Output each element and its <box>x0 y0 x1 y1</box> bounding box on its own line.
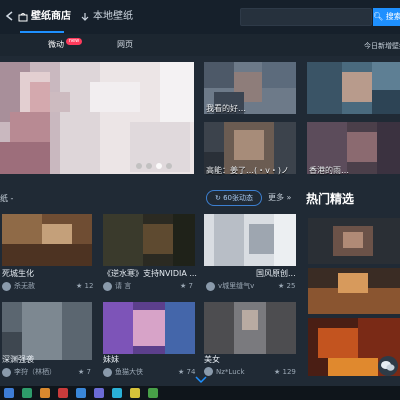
like-count-value: 7 <box>86 368 91 376</box>
author-name: 李狩（林栖） <box>14 368 56 376</box>
tab-local-wallpaper-label: 本地壁纸 <box>93 11 133 22</box>
taskbar <box>0 386 400 400</box>
hot-pick-item[interactable] <box>308 218 400 264</box>
banner-dot[interactable] <box>166 163 172 169</box>
dynamic-wallpapers-label: 60张动态 <box>223 194 254 202</box>
tile-caption: 高能：姜了…(・v・)ノ <box>206 166 289 175</box>
folder-icon[interactable] <box>40 388 50 398</box>
card-author: v城里缝气v <box>206 281 254 291</box>
wallpaper-card-image[interactable] <box>2 302 92 360</box>
subtab-micro-motion[interactable]: 微动 <box>48 39 64 50</box>
banner-image <box>0 62 194 174</box>
banner-dot[interactable] <box>136 163 142 169</box>
app-icon[interactable] <box>130 388 140 398</box>
card-title[interactable]: 死城生化 <box>2 268 92 279</box>
banner-dot[interactable] <box>146 163 152 169</box>
like-count: ★ 129 <box>274 368 296 376</box>
chevron-down-icon[interactable] <box>195 376 207 384</box>
featured-banner[interactable] <box>0 62 194 174</box>
like-count-value: 74 <box>186 368 196 376</box>
card-author: 李狩（林栖） <box>2 367 56 377</box>
card-author: 请 言 <box>103 281 131 291</box>
wallpaper-card-image[interactable] <box>103 214 195 266</box>
avatar <box>103 367 112 377</box>
card-title[interactable]: 深渊强袭 <box>2 354 92 365</box>
search-input[interactable] <box>240 8 372 26</box>
avatar <box>2 281 11 291</box>
like-count: ★ 7 <box>78 368 91 376</box>
card-title[interactable]: 美女 <box>204 354 296 365</box>
app-icon[interactable] <box>112 388 122 398</box>
author-name: Nz*Luck <box>216 367 245 376</box>
like-count-value: 7 <box>188 282 193 290</box>
like-count-value: 129 <box>282 368 296 376</box>
app-icon[interactable] <box>58 388 68 398</box>
tile-wallpaper[interactable] <box>307 62 400 114</box>
card-title[interactable]: 国风原创... <box>256 268 300 279</box>
tab-wallpaper-store-label: 壁纸商店 <box>31 11 71 22</box>
dynamic-wallpapers-button[interactable]: ↻ 60张动态 <box>206 190 262 206</box>
card-author: Nz*Luck <box>204 367 245 376</box>
wallpaper-card-image[interactable] <box>204 214 296 266</box>
author-name: 杀无赦 <box>14 282 35 290</box>
avatar <box>206 281 215 291</box>
card-author: 鱼猫大侠 <box>103 367 143 377</box>
like-count-value: 12 <box>84 282 94 290</box>
browser-icon[interactable] <box>76 388 86 398</box>
store-icon <box>18 13 28 22</box>
hot-picks-title: 热门精选 <box>306 192 355 206</box>
tab-local-wallpaper[interactable]: 本地壁纸 <box>80 8 133 26</box>
author-name: 请 言 <box>115 282 132 290</box>
wallpaper-card-image[interactable] <box>204 302 296 354</box>
banner-dot-active[interactable] <box>156 163 162 169</box>
windows-icon[interactable] <box>4 388 14 398</box>
hot-pick-item[interactable] <box>308 268 400 314</box>
like-count: ★ 25 <box>278 282 296 290</box>
like-count: ★ 12 <box>76 282 94 290</box>
card-title[interactable]: 妹妹 <box>103 354 195 365</box>
search-button-label: 搜索 <box>385 12 400 21</box>
app-icon[interactable] <box>148 388 158 398</box>
tile-caption: 我看的好… <box>206 104 246 113</box>
search-button[interactable]: 🔍︎ 搜索 <box>373 8 400 26</box>
avatar <box>204 367 213 376</box>
more-link[interactable]: 更多 » <box>268 192 291 203</box>
search-icon: 🔍︎ <box>373 12 384 21</box>
back-arrow-icon[interactable] <box>4 10 16 22</box>
card-title[interactable]: 《逆水寒》支持NVIDIA ... <box>103 268 197 279</box>
tab-wallpaper-store[interactable]: 壁纸商店 <box>18 8 71 26</box>
top-bar: 壁纸商店 本地壁纸 🔍︎ 搜索 <box>0 0 400 34</box>
wallpaper-app-window: 壁纸商店 本地壁纸 🔍︎ 搜索 微动 网页 new 今日新增壁纸 <box>0 0 400 400</box>
tile-caption: 香港的雨… <box>309 166 349 175</box>
like-count: ★ 74 <box>178 368 196 376</box>
new-badge: new <box>66 38 82 45</box>
section-label: 纸 - <box>0 194 14 203</box>
refresh-icon: ↻ <box>214 194 221 202</box>
banner-pagination <box>136 163 172 169</box>
app-icon[interactable] <box>94 388 104 398</box>
wallpaper-card-image[interactable] <box>2 214 92 266</box>
daily-update-label: 今日新增壁纸 <box>364 42 400 50</box>
card-author: 杀无赦 <box>2 281 35 291</box>
subtab-web[interactable]: 网页 <box>117 39 133 50</box>
wechat-icon[interactable] <box>378 356 398 376</box>
sub-tab-bar: 微动 网页 <box>0 34 400 56</box>
avatar <box>2 367 11 377</box>
app-icon[interactable] <box>22 388 32 398</box>
like-count-value: 25 <box>286 282 296 290</box>
wallpaper-card-image[interactable] <box>103 302 195 354</box>
author-name: v城里缝气v <box>218 282 255 290</box>
avatar <box>103 281 112 291</box>
author-name: 鱼猫大侠 <box>115 368 143 376</box>
active-tab-indicator <box>20 31 64 33</box>
download-icon <box>81 13 89 21</box>
like-count: ★ 7 <box>180 282 193 290</box>
